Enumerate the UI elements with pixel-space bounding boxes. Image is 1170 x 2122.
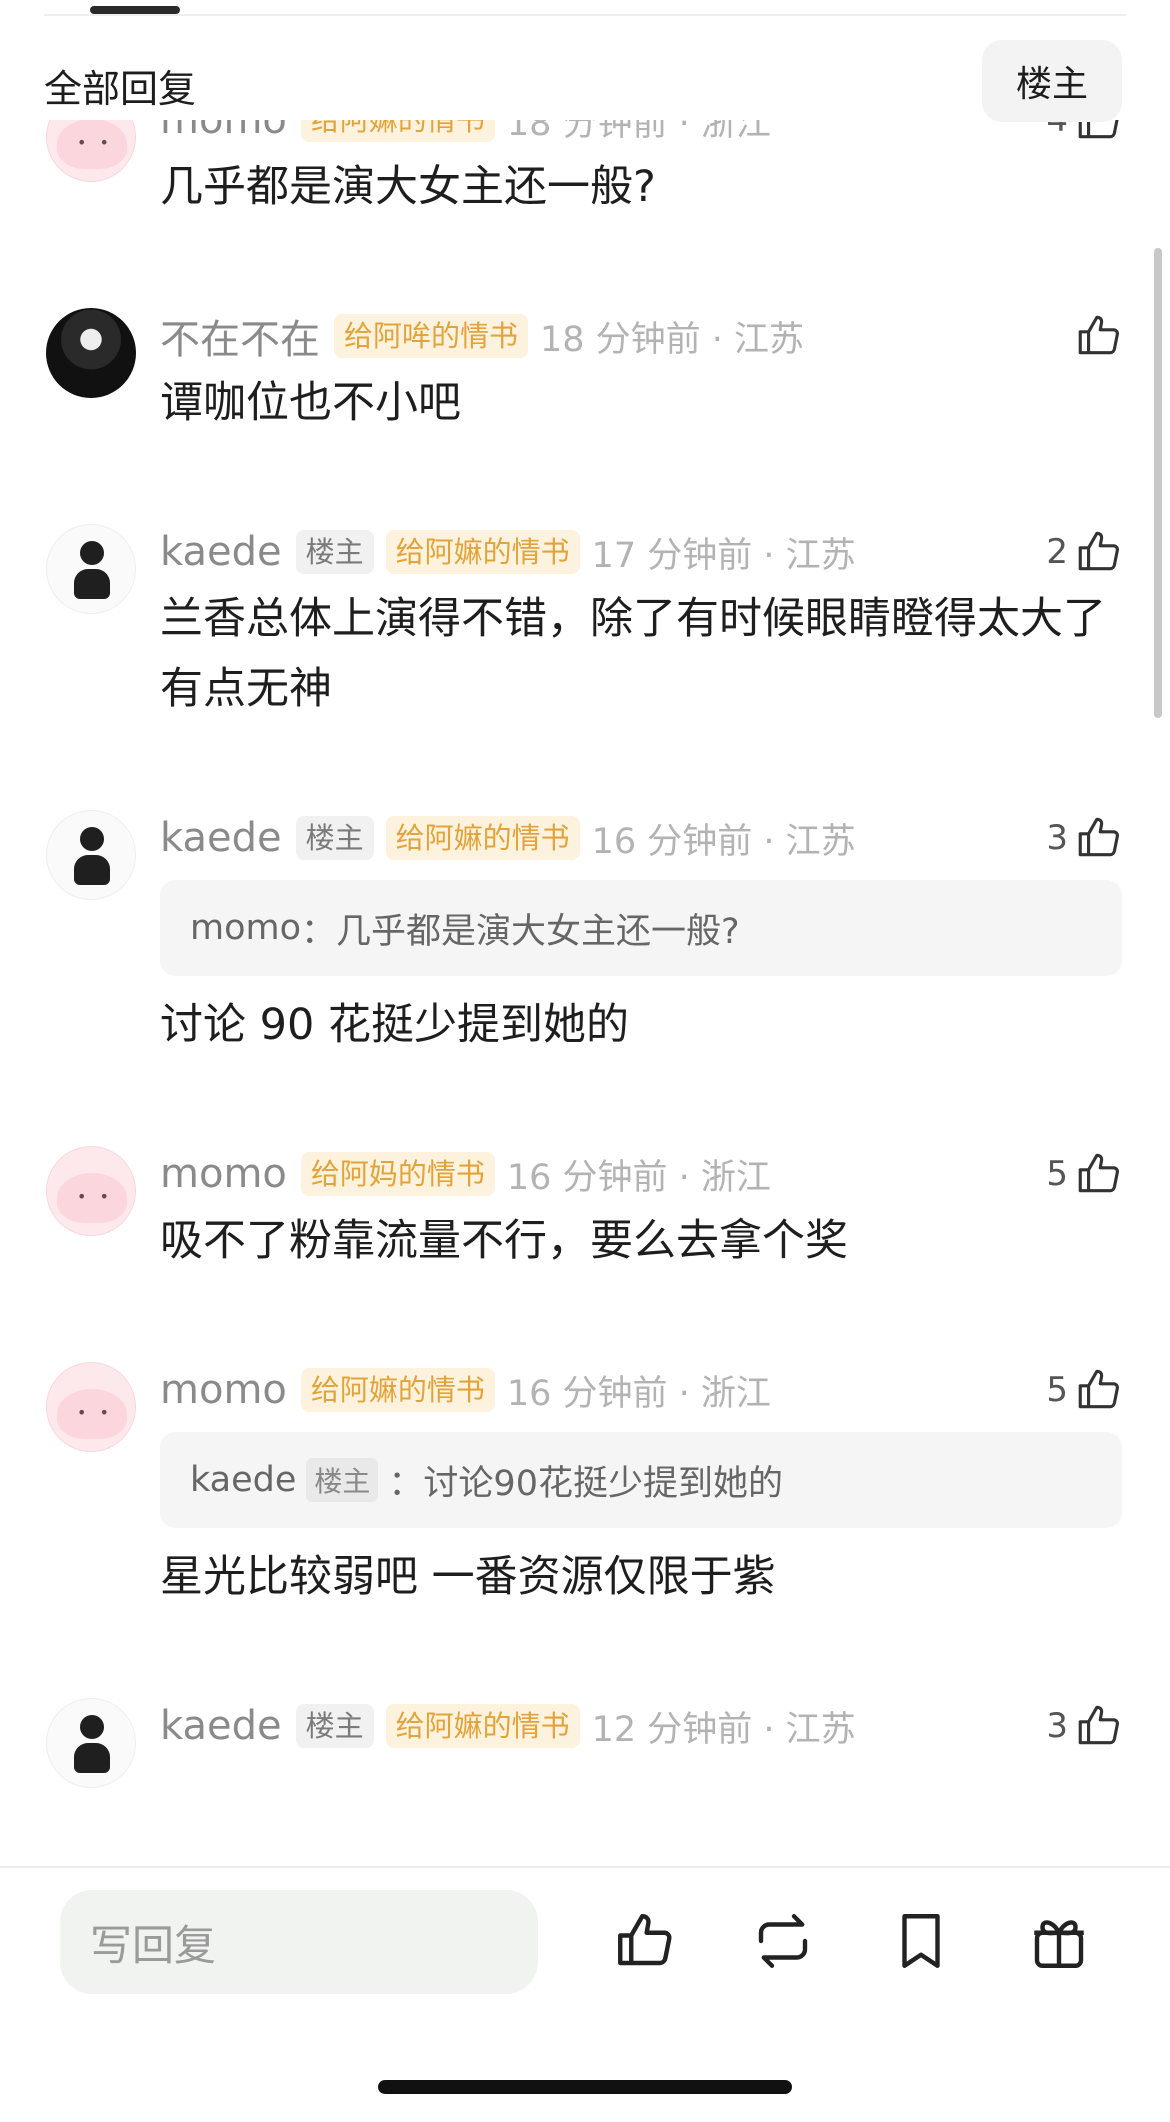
thumbs-up-icon — [1074, 1701, 1124, 1751]
bottom-action-bar: 写回复 — [0, 1866, 1170, 2122]
comment-list: momo给阿嫲的情书18 分钟前 · 浙江4几乎都是演大女主还一般?不在不在给阿… — [0, 120, 1170, 1788]
gift-icon — [1026, 1908, 1092, 1978]
avatar[interactable] — [46, 1146, 136, 1236]
comment-text: 吸不了粉靠流量不行，要么去拿个奖 — [160, 1216, 848, 1266]
thumbs-up-icon — [1074, 1149, 1124, 1199]
reply-input[interactable]: 写回复 — [60, 1890, 538, 1994]
home-indicator[interactable] — [378, 2080, 792, 2094]
comment-meta: momo 给阿妈的情书 16 分钟前 · 浙江 — [160, 1146, 1122, 1202]
comment-meta: kaede 楼主 给阿嫲的情书 12 分钟前 · 江苏 — [160, 1698, 1122, 1754]
avatar[interactable] — [46, 120, 136, 182]
username[interactable]: 不在不在 — [160, 307, 320, 365]
comment-text: 讨论 90 花挺少提到她的 — [160, 1000, 630, 1050]
op-badge: 楼主 — [295, 1704, 374, 1748]
comment-text: 兰香总体上演得不错，除了有时候眼睛瞪得太大了有点无神 — [160, 594, 1106, 714]
fan-badge: 给阿嫲的情书 — [385, 1704, 580, 1748]
thumbs-up-icon — [1074, 120, 1124, 145]
username[interactable]: kaede — [160, 529, 282, 575]
comment-text: 谭咖位也不小吧 — [160, 378, 461, 428]
comment-item[interactable]: kaede 楼主 给阿嫲的情书 16 分钟前 · 江苏 3 momo：几乎都是演大女主还一… — [0, 810, 1170, 1060]
fan-badge: 给阿嫲的情书 — [385, 816, 580, 860]
quote-author: kaede — [190, 1460, 297, 1500]
avatar[interactable] — [46, 1362, 136, 1452]
replies-header: 全部回复 楼主 — [0, 38, 1170, 122]
like-count: 3 — [1046, 818, 1068, 858]
comment-item[interactable]: momo 给阿妈的情书 16 分钟前 · 浙江 5 吸不了粉靠流量不行，要么去拿个奖 — [0, 1146, 1170, 1276]
comment-like-button[interactable] — [1068, 308, 1124, 364]
thumbs-up-icon — [1074, 813, 1124, 863]
username[interactable]: momo — [160, 1151, 287, 1197]
comment-like-button[interactable]: 4 — [1046, 120, 1124, 148]
avatar[interactable] — [46, 1698, 136, 1788]
quoted-reply[interactable]: momo：几乎都是演大女主还一般? — [160, 880, 1122, 976]
fan-badge: 给阿嫲的情书 — [385, 530, 580, 574]
bookmark-button[interactable] — [884, 1906, 958, 1980]
repost-icon — [750, 1908, 816, 1978]
op-badge: 楼主 — [295, 816, 374, 860]
gift-button[interactable] — [1022, 1906, 1096, 1980]
comment-like-button[interactable]: 5 — [1046, 1146, 1124, 1202]
avatar[interactable] — [46, 524, 136, 614]
like-count: 5 — [1046, 1370, 1068, 1410]
avatar[interactable] — [46, 810, 136, 900]
username[interactable]: momo — [160, 120, 287, 143]
scrollbar[interactable] — [1154, 248, 1162, 718]
comment-item[interactable]: kaede 楼主 给阿嫲的情书 12 分钟前 · 江苏 3 — [0, 1698, 1170, 1788]
timestamp-location: 16 分钟前 · 浙江 — [506, 1157, 771, 1198]
repost-button[interactable] — [746, 1906, 820, 1980]
username[interactable]: kaede — [160, 1703, 282, 1749]
comment-meta: momo 给阿嫲的情书 18 分钟前 · 浙江 — [160, 120, 1122, 148]
timestamp-location: 16 分钟前 · 浙江 — [506, 1373, 771, 1414]
comment-item[interactable]: momo 给阿嫲的情书 16 分钟前 · 浙江 5 kaede楼主：讨论90花挺少提到她… — [0, 1362, 1170, 1612]
comment-meta: 不在不在 给阿哞的情书 18 分钟前 · 江苏 — [160, 308, 1122, 364]
timestamp-location: 18 分钟前 · 江苏 — [540, 319, 805, 360]
thumbs-up-icon — [1074, 311, 1124, 361]
like-post-button[interactable] — [608, 1906, 682, 1980]
timestamp-location: 17 分钟前 · 江苏 — [591, 535, 856, 576]
comment-meta: momo 给阿嫲的情书 16 分钟前 · 浙江 — [160, 1362, 1122, 1418]
fan-badge: 给阿妈的情书 — [300, 1152, 495, 1196]
top-divider — [44, 14, 1126, 16]
quote-separator: ： — [388, 1463, 424, 1504]
timestamp-location: 12 分钟前 · 江苏 — [591, 1709, 856, 1750]
comment-text: 星光比较弱吧 一番资源仅限于紫 — [160, 1552, 776, 1602]
like-count: 3 — [1046, 1706, 1068, 1746]
fan-badge: 给阿哞的情书 — [334, 314, 529, 358]
comment-text: 几乎都是演大女主还一般? — [160, 162, 656, 212]
quoted-reply[interactable]: kaede 楼主：讨论90花挺少提到她的 — [160, 1432, 1122, 1528]
thumbs-up-icon — [612, 1908, 678, 1978]
avatar[interactable] — [46, 308, 136, 398]
timestamp-location: 18 分钟前 · 浙江 — [506, 120, 771, 144]
comment-item[interactable]: 不在不在 给阿哞的情书 18 分钟前 · 江苏谭咖位也不小吧 — [0, 308, 1170, 438]
comment-item[interactable]: momo 给阿嫲的情书 18 分钟前 · 浙江 4 几乎都是演大女主还一般? — [0, 120, 1170, 222]
like-count: 5 — [1046, 1154, 1068, 1194]
quote-text: 几乎都是演大女主还一般? — [336, 911, 740, 952]
timestamp-location: 16 分钟前 · 江苏 — [591, 821, 856, 862]
quote-separator: ： — [301, 911, 337, 952]
comment-meta: kaede 楼主 给阿嫲的情书 17 分钟前 · 江苏 — [160, 524, 1122, 580]
thumbs-up-icon — [1074, 527, 1124, 577]
quote-author: momo — [190, 908, 302, 948]
comment-like-button[interactable]: 2 — [1046, 524, 1124, 580]
quote-text: 讨论90花挺少提到她的 — [423, 1463, 783, 1504]
tab-indicator — [90, 6, 180, 14]
username[interactable]: momo — [160, 1367, 287, 1413]
op-badge: 楼主 — [295, 530, 374, 574]
like-count: 2 — [1046, 532, 1068, 572]
fan-badge: 给阿嫲的情书 — [300, 1368, 495, 1412]
comment-like-button[interactable]: 5 — [1046, 1362, 1124, 1418]
op-badge: 楼主 — [306, 1458, 379, 1502]
comment-like-button[interactable]: 3 — [1046, 810, 1124, 866]
op-only-filter-button[interactable]: 楼主 — [982, 40, 1122, 122]
fan-badge: 给阿嫲的情书 — [300, 120, 495, 142]
bookmark-icon — [888, 1908, 954, 1978]
thumbs-up-icon — [1074, 1365, 1124, 1415]
like-count: 4 — [1046, 120, 1068, 140]
page-title: 全部回复 — [44, 67, 197, 111]
username[interactable]: kaede — [160, 815, 282, 861]
comment-feed: momo给阿嫲的情书18 分钟前 · 浙江4几乎都是演大女主还一般?不在不在给阿… — [0, 120, 1170, 1866]
comment-meta: kaede 楼主 给阿嫲的情书 16 分钟前 · 江苏 — [160, 810, 1122, 866]
comment-item[interactable]: kaede 楼主 给阿嫲的情书 17 分钟前 · 江苏 2 兰香总体上演得不错，除了有时候… — [0, 524, 1170, 724]
comment-like-button[interactable]: 3 — [1046, 1698, 1124, 1754]
